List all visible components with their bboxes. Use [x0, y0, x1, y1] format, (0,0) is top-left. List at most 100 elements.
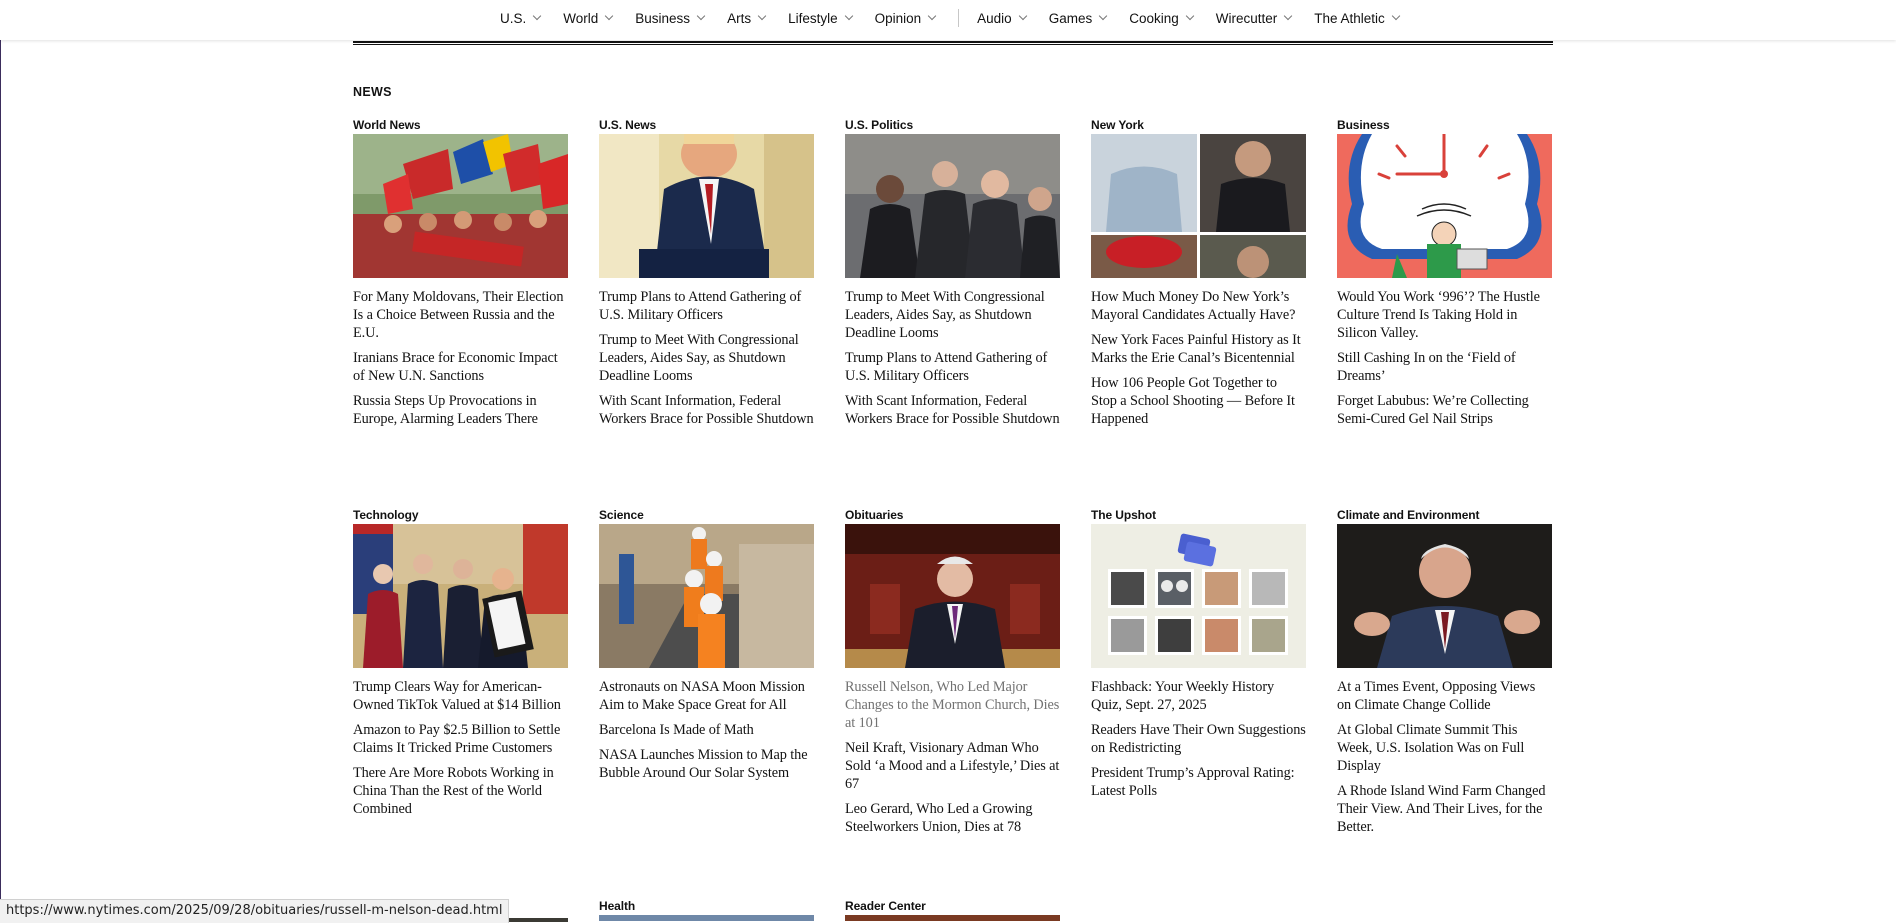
nav-business[interactable]: Business [635, 11, 706, 26]
article-image[interactable] [1091, 524, 1306, 668]
chevron-down-icon [605, 11, 614, 21]
article-image[interactable] [845, 915, 1060, 921]
article-image[interactable] [1091, 134, 1306, 278]
headline-link[interactable]: Iranians Brace for Economic Impact of Ne… [353, 349, 568, 385]
headline-link[interactable]: With Scant Information, Federal Workers … [599, 392, 814, 428]
headline-link[interactable]: Flashback: Your Weekly History Quiz, Sep… [1091, 678, 1306, 714]
article-image[interactable] [1337, 524, 1552, 668]
headline-link[interactable]: How Much Money Do New York’s Mayoral Can… [1091, 288, 1306, 324]
article-image[interactable] [353, 524, 568, 668]
headline-link[interactable]: Still Cashing In on the ‘Field of Dreams… [1337, 349, 1552, 385]
headline-link[interactable]: For Many Moldovans, Their Election Is a … [353, 288, 568, 342]
congressional-leaders-photo [845, 134, 1060, 278]
headline-link[interactable]: Astronauts on NASA Moon Mission Aim to M… [599, 678, 814, 714]
section-technology: Technology Trump Clears Way for American… [353, 508, 568, 825]
nav-arts[interactable]: Arts [727, 11, 767, 26]
chevron-down-icon [1284, 11, 1293, 21]
headline-link[interactable]: Forget Labubus: We’re Collecting Semi-Cu… [1337, 392, 1552, 428]
section-title[interactable]: World News [353, 118, 568, 134]
section-title[interactable]: Health [599, 899, 814, 915]
nav-audio[interactable]: Audio [977, 11, 1027, 26]
link-preview-status: https://www.nytimes.com/2025/09/28/obitu… [0, 899, 510, 923]
headline-link[interactable]: How 106 People Got Together to Stop a Sc… [1091, 374, 1306, 428]
chevron-down-icon [1098, 11, 1108, 21]
russell-nelson-photo [845, 524, 1060, 668]
section-business: Business Would You Work ‘996’? The Hustl… [1337, 118, 1552, 435]
mayoral-candidates-collage [1091, 134, 1306, 278]
headline-link[interactable]: Trump Clears Way for American-Owned TikT… [353, 678, 568, 714]
article-image[interactable] [353, 134, 568, 278]
headline-link[interactable]: There Are More Robots Working in China T… [353, 764, 568, 818]
headline-link[interactable]: Neil Kraft, Visionary Adman Who Sold ‘a … [845, 739, 1060, 793]
article-image[interactable] [599, 134, 814, 278]
section-title[interactable]: Obituaries [845, 508, 1060, 524]
section-reader-center: Reader Center [845, 899, 1060, 921]
chevron-down-icon [696, 11, 706, 21]
chevron-down-icon [757, 11, 767, 21]
section-title[interactable]: Science [599, 508, 814, 524]
chevron-down-icon [533, 11, 542, 21]
top-navigation: U.S. World Business Arts Lifestyle Opini… [0, 0, 1896, 40]
headline-link[interactable]: With Scant Information, Federal Workers … [845, 392, 1060, 428]
section-obituaries: Obituaries Russell Nelson, Who Led Major… [845, 508, 1060, 843]
section-divider [353, 41, 1553, 45]
section-title[interactable]: The Upshot [1091, 508, 1306, 524]
nav-cooking[interactable]: Cooking [1129, 11, 1194, 26]
section-title[interactable]: U.S. News [599, 118, 814, 134]
headline-link[interactable]: President Trump’s Approval Rating: Lates… [1091, 764, 1306, 800]
section-title[interactable]: Technology [353, 508, 568, 524]
headline-link[interactable]: Russia Steps Up Provocations in Europe, … [353, 392, 568, 428]
section-title[interactable]: Climate and Environment [1337, 508, 1552, 524]
headline-link[interactable]: Trump to Meet With Congressional Leaders… [599, 331, 814, 385]
headline-link[interactable]: At a Times Event, Opposing Views on Clim… [1337, 678, 1552, 714]
headline-link[interactable]: NASA Launches Mission to Map the Bubble … [599, 746, 814, 782]
headline-link[interactable]: Russell Nelson, Who Led Major Changes to… [845, 678, 1060, 732]
chevron-down-icon [927, 11, 937, 21]
headline-link[interactable]: A Rhode Island Wind Farm Changed Their V… [1337, 782, 1552, 836]
nav-lifestyle[interactable]: Lifestyle [788, 11, 853, 26]
article-image[interactable] [845, 134, 1060, 278]
headline-link[interactable]: Leo Gerard, Who Led a Growing Steelworke… [845, 800, 1060, 836]
section-world-news: World News For Many Moldovans, Their Ele… [353, 118, 568, 435]
article-image[interactable] [1337, 134, 1552, 278]
headline-link[interactable]: Amazon to Pay $2.5 Billion to Settle Cla… [353, 721, 568, 757]
article-image[interactable] [599, 524, 814, 668]
headline-link[interactable]: Trump to Meet With Congressional Leaders… [845, 288, 1060, 342]
article-image[interactable] [845, 524, 1060, 668]
astronauts-photo [599, 524, 814, 668]
section-science: Science Astronauts on NASA Moon Mission … [599, 508, 814, 789]
headline-link[interactable]: Readers Have Their Own Suggestions on Re… [1091, 721, 1306, 757]
trump-seated-photo [599, 134, 814, 278]
section-title[interactable]: Business [1337, 118, 1552, 134]
section-title[interactable]: Reader Center [845, 899, 1060, 915]
headline-link[interactable]: Barcelona Is Made of Math [599, 721, 814, 739]
moldova-rally-photo [353, 134, 568, 278]
oval-office-signing-photo [353, 524, 568, 668]
chevron-down-icon [1391, 11, 1401, 21]
nav-the-athletic[interactable]: The Athletic [1314, 11, 1401, 26]
window-edge [0, 0, 1, 922]
section-title[interactable]: New York [1091, 118, 1306, 134]
headline-link[interactable]: Trump Plans to Attend Gathering of U.S. … [845, 349, 1060, 385]
nav-world[interactable]: World [563, 11, 614, 26]
section-the-upshot: The Upshot Flashback: Your Weekly Histor… [1091, 508, 1306, 807]
nav-us[interactable]: U.S. [500, 11, 542, 26]
history-quiz-grid [1091, 524, 1306, 668]
article-image[interactable] [599, 915, 814, 921]
headline-link[interactable]: New York Faces Painful History as It Mar… [1091, 331, 1306, 367]
clock-illustration [1337, 134, 1552, 278]
headline-link[interactable]: Would You Work ‘996’? The Hustle Culture… [1337, 288, 1552, 342]
chevron-down-icon [1185, 11, 1194, 21]
headline-link[interactable]: Trump Plans to Attend Gathering of U.S. … [599, 288, 814, 324]
section-us-news: U.S. News Trump Plans to Attend Gatherin… [599, 118, 814, 435]
section-new-york: New York How Much Money Do New York’s Ma… [1091, 118, 1306, 435]
chevron-down-icon [1018, 11, 1027, 21]
nav-games[interactable]: Games [1049, 11, 1108, 26]
section-health: Health [599, 899, 814, 921]
nav-opinion[interactable]: Opinion [875, 11, 937, 26]
section-title[interactable]: U.S. Politics [845, 118, 1060, 134]
headline-link[interactable]: At Global Climate Summit This Week, U.S.… [1337, 721, 1552, 775]
section-us-politics: U.S. Politics Trump to Meet With Congres… [845, 118, 1060, 435]
nav-wirecutter[interactable]: Wirecutter [1216, 11, 1293, 26]
nav-divider [958, 9, 960, 27]
